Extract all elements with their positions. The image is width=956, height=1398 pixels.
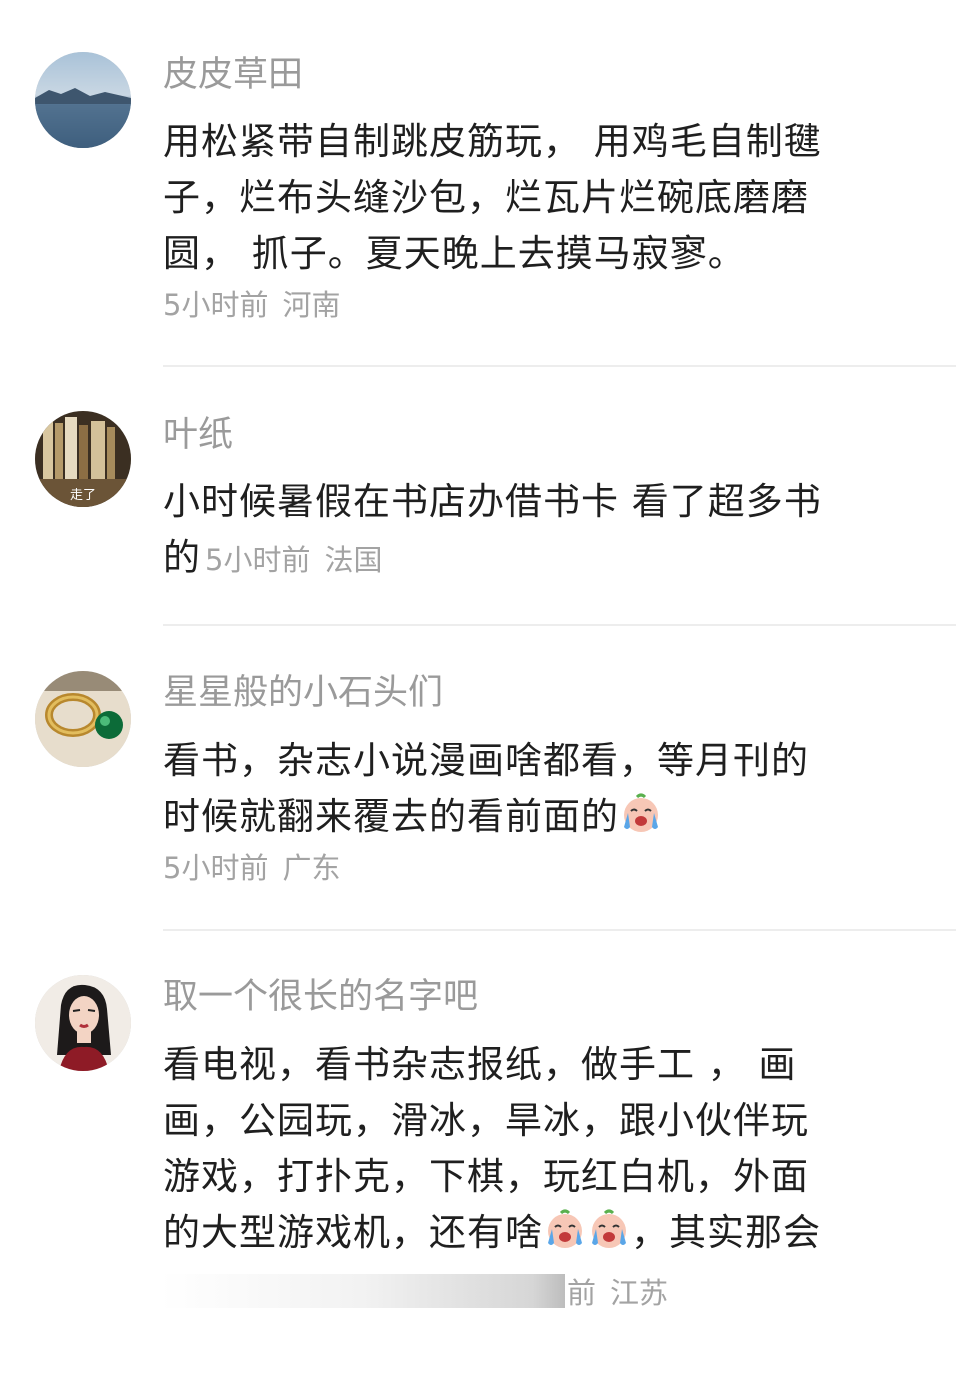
comment-line: 的大型游戏机，还有啥	[163, 1211, 543, 1254]
comment-meta: 5小时前 法国	[205, 543, 382, 577]
comment-line: 看书，杂志小说漫画啥都看，等月刊的	[163, 739, 809, 782]
comment-meta: 5小时前 河南	[163, 287, 340, 323]
comment-location: 江苏	[610, 1276, 669, 1310]
ring-gem-avatar-icon	[35, 671, 131, 767]
user-avatar[interactable]	[35, 975, 131, 1071]
comment-line: 子，烂布头缝沙包，烂瓦片烂碗底磨磨	[163, 176, 809, 219]
comment-line: 的	[163, 536, 201, 579]
crying-face-emoji	[619, 791, 663, 835]
comment-line: 用松紧带自制跳皮筋玩， 用鸡毛自制毽	[163, 120, 822, 163]
comment-location: 河南	[282, 288, 341, 322]
comment-line: 游戏，打扑克，下棋，玩红白机，外面	[163, 1155, 809, 1198]
comment-line: 看电视，看书杂志报纸，做手工 ， 画	[163, 1043, 797, 1086]
crying-face-emoji	[587, 1207, 631, 1251]
comment-time: 5小时前	[163, 851, 269, 885]
bookshelf-avatar-icon: 走了	[35, 411, 131, 507]
comment-time: 5小时前	[205, 543, 311, 577]
user-avatar[interactable]: 走了	[35, 411, 131, 507]
faded-text-overlay	[160, 1274, 565, 1308]
user-avatar[interactable]	[35, 671, 131, 767]
comment-time-partial: 前	[567, 1276, 597, 1310]
lake-landscape-avatar-icon	[35, 52, 131, 148]
divider	[163, 624, 956, 626]
comment-line: ，其实那会	[631, 1211, 821, 1254]
user-avatar[interactable]	[35, 52, 131, 148]
comment-line: 小时候暑假在书店办借书卡 看了超多书	[163, 480, 822, 523]
woman-portrait-avatar-icon	[35, 975, 131, 1071]
avatar-caption: 走了	[70, 488, 96, 503]
comment-location: 法国	[324, 543, 383, 577]
comment-time: 5小时前	[163, 288, 269, 322]
divider	[163, 929, 956, 931]
crying-face-emoji	[543, 1207, 587, 1251]
comment-text: 用松紧带自制跳皮筋玩， 用鸡毛自制毽 子，烂布头缝沙包，烂瓦片烂碗底磨磨 圆， …	[163, 114, 908, 282]
divider	[163, 365, 956, 367]
comment-line: 时候就翻来覆去的看前面的	[163, 795, 619, 838]
username[interactable]: 叶纸	[163, 415, 233, 455]
comment-text: 看电视，看书杂志报纸，做手工 ， 画 画，公园玩，滑冰，旱冰，跟小伙伴玩 游戏，…	[163, 1037, 908, 1261]
comment-text: 小时候暑假在书店办借书卡 看了超多书 的 5小时前 法国	[163, 474, 908, 588]
username[interactable]: 星星般的小石头们	[163, 673, 443, 713]
username[interactable]: 取一个很长的名字吧	[163, 977, 478, 1017]
comment-meta: 前江苏	[567, 1275, 668, 1311]
comment-text: 看书，杂志小说漫画啥都看，等月刊的 时候就翻来覆去的看前面的	[163, 733, 908, 845]
comment-line: 画，公园玩，滑冰，旱冰，跟小伙伴玩	[163, 1099, 809, 1142]
username[interactable]: 皮皮草田	[163, 55, 303, 95]
comment-location: 广东	[282, 851, 341, 885]
comment-line: 圆， 抓子。夏天晚上去摸马寂寥。	[163, 232, 746, 275]
comment-meta: 5小时前 广东	[163, 850, 340, 886]
